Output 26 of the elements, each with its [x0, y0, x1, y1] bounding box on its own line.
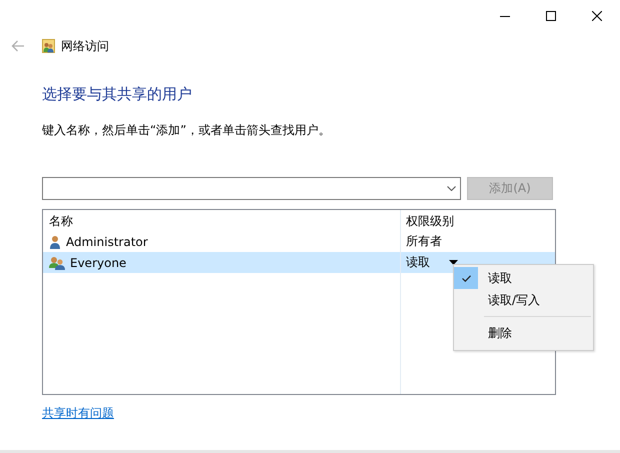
- menu-item[interactable]: 删除: [454, 322, 593, 344]
- instruction-text: 键入名称，然后单击“添加”，或者单击箭头查找用户。: [42, 122, 332, 139]
- column-header[interactable]: 名称: [43, 210, 400, 232]
- check-icon: [462, 274, 470, 282]
- close-icon: [592, 11, 602, 21]
- user-combo-box[interactable]: [42, 177, 461, 200]
- maximize-icon: [546, 11, 556, 21]
- dropdown-chevron-icon: [447, 186, 456, 191]
- window-title: 网络访问: [61, 38, 109, 54]
- users-icon: [49, 256, 65, 270]
- permission-level: 所有者: [406, 233, 442, 250]
- help-link[interactable]: 共享时有问题: [42, 405, 114, 422]
- page-heading: 选择要与其共享的用户: [42, 85, 193, 104]
- column-header[interactable]: 权限级别: [400, 210, 555, 232]
- user-row-name[interactable]: Everyone: [43, 252, 400, 273]
- menu-item[interactable]: 读取/写入: [454, 289, 593, 311]
- dropdown-arrow-icon[interactable]: [449, 260, 458, 265]
- back-button[interactable]: [11, 40, 25, 52]
- back-arrow-icon: [11, 40, 25, 52]
- permission-cell[interactable]: 所有者: [400, 231, 555, 252]
- user-row-name[interactable]: Administrator: [43, 231, 400, 252]
- permission-level: 读取: [406, 254, 430, 271]
- user-name: Everyone: [70, 256, 126, 270]
- user-name: Administrator: [66, 234, 148, 248]
- user-icon: [49, 234, 61, 248]
- users-folder-icon: [42, 39, 55, 53]
